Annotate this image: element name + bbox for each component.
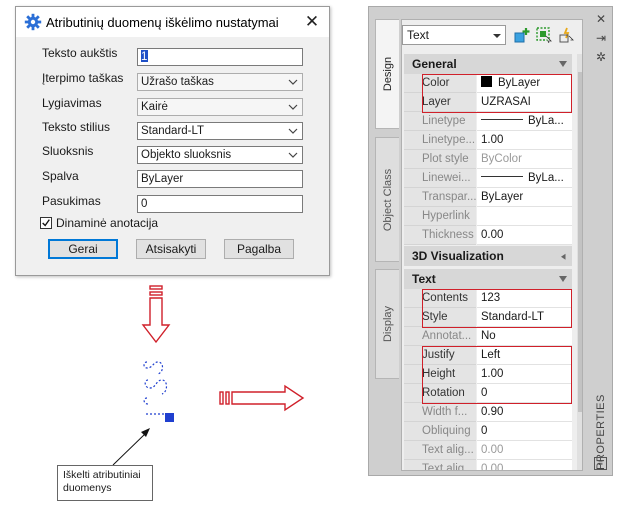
prop-value: ByLayer <box>477 188 572 207</box>
prop-value: 1.00 <box>477 131 572 150</box>
lineweight-sample <box>481 176 523 178</box>
section-general[interactable]: General <box>404 54 572 74</box>
tab-design-label: Design <box>381 56 394 92</box>
highlight-contents-style <box>422 289 572 328</box>
prop-row-linetype[interactable]: Linetype ByLa... <box>404 112 572 131</box>
prop-name: Linetype <box>404 112 476 131</box>
dashed-text-object <box>143 361 168 415</box>
prop-value: ByColor <box>477 150 572 169</box>
right-arrow-icon <box>219 384 305 412</box>
property-grid: General Color ByLayer Layer UZRASAI Linety… <box>404 54 572 470</box>
object-type-select[interactable]: Text <box>402 25 506 45</box>
prop-value-text: ByLa... <box>528 115 564 127</box>
section-text[interactable]: Text <box>404 269 572 289</box>
prop-value: No <box>477 327 572 346</box>
prop-value: 0.00 <box>477 226 572 245</box>
prop-value: 0.00 <box>477 441 572 460</box>
section-3d-title: 3D Visualization <box>412 249 504 263</box>
properties-palette: Design Object Class Display Text General <box>368 6 613 476</box>
prop-value <box>477 207 572 226</box>
callout-note: Iškelti atributiniai duomenys <box>57 465 153 501</box>
settings-icon[interactable]: ✲ <box>594 50 608 64</box>
properties-panel: Text General Color ByLayer Layer UZRASAI L <box>401 19 583 471</box>
autohide-icon[interactable]: ⇥ <box>594 31 608 45</box>
prop-row-plot-style[interactable]: Plot style ByColor <box>404 150 572 169</box>
prop-value-text: ByLa... <box>528 172 564 184</box>
prop-name: Linetype... <box>404 131 476 150</box>
object-type-value: Text <box>407 28 430 42</box>
down-arrow-icon <box>141 285 171 344</box>
prop-name: Plot style <box>404 150 476 169</box>
prop-row-text-align-x[interactable]: Text alig... 0.00 <box>404 441 572 460</box>
section-text-title: Text <box>412 272 436 286</box>
prop-row-annotative[interactable]: Annotat... No <box>404 327 572 346</box>
prop-name: Text alig... <box>404 460 476 470</box>
prop-row-text-align-y[interactable]: Text alig... 0.00 <box>404 460 572 470</box>
prop-name: Annotat... <box>404 327 476 346</box>
tab-object-class[interactable]: Object Class <box>375 137 399 262</box>
quick-select-icon[interactable] <box>558 27 574 43</box>
tab-display-label: Display <box>381 305 394 343</box>
scrollbar-thumb[interactable] <box>578 72 582 412</box>
highlight-color-layer <box>422 74 572 113</box>
collapse-arrow-icon <box>559 61 567 67</box>
prop-row-transparency[interactable]: Transpar... ByLayer <box>404 188 572 207</box>
leader-arrow <box>112 428 150 466</box>
triangle-down-icon <box>493 34 501 38</box>
tab-display[interactable]: Display <box>375 269 399 379</box>
palette-menu-icon[interactable]: ≡ <box>594 457 607 470</box>
prop-row-linetype-scale[interactable]: Linetype... 1.00 <box>404 131 572 150</box>
prop-row-width-factor[interactable]: Width f... 0.90 <box>404 403 572 422</box>
prop-row-lineweight[interactable]: Linewei... ByLa... <box>404 169 572 188</box>
prop-row-hyperlink[interactable]: Hyperlink <box>404 207 572 226</box>
tab-object-class-label: Object Class <box>381 168 394 231</box>
select-objects-icon[interactable] <box>536 27 552 43</box>
prop-value: 0.00 <box>477 460 572 470</box>
property-scrollbar[interactable] <box>577 54 582 470</box>
expand-arrow-icon <box>561 253 566 260</box>
prop-name: Linewei... <box>404 169 476 188</box>
prop-name: Thickness <box>404 226 476 245</box>
prop-name: Width f... <box>404 403 476 422</box>
prop-name: Obliquing <box>404 422 476 441</box>
grip-square[interactable] <box>165 413 174 422</box>
section-general-title: General <box>412 57 457 71</box>
prop-row-thickness[interactable]: Thickness 0.00 <box>404 226 572 245</box>
palette-title-strip: ✕ ⇥ ✲ PROPERTIES ≡ <box>589 7 613 475</box>
add-selection-icon[interactable] <box>514 27 530 43</box>
section-3d-visualization[interactable]: 3D Visualization <box>404 246 572 266</box>
linetype-sample <box>481 119 523 121</box>
collapse-arrow-icon <box>559 276 567 282</box>
tab-design[interactable]: Design <box>375 19 399 129</box>
prop-value: 0 <box>477 422 572 441</box>
prop-name: Hyperlink <box>404 207 476 226</box>
palette-tabstrip: Design Object Class Display <box>371 19 401 477</box>
prop-value: ByLa... <box>477 169 572 188</box>
prop-name: Transpar... <box>404 188 476 207</box>
prop-value: ByLa... <box>477 112 572 131</box>
highlight-justify-height-rotation <box>422 346 572 404</box>
prop-value: 0.90 <box>477 403 572 422</box>
prop-name: Text alig... <box>404 441 476 460</box>
close-icon[interactable]: ✕ <box>594 12 608 26</box>
prop-row-obliquing[interactable]: Obliquing 0 <box>404 422 572 441</box>
